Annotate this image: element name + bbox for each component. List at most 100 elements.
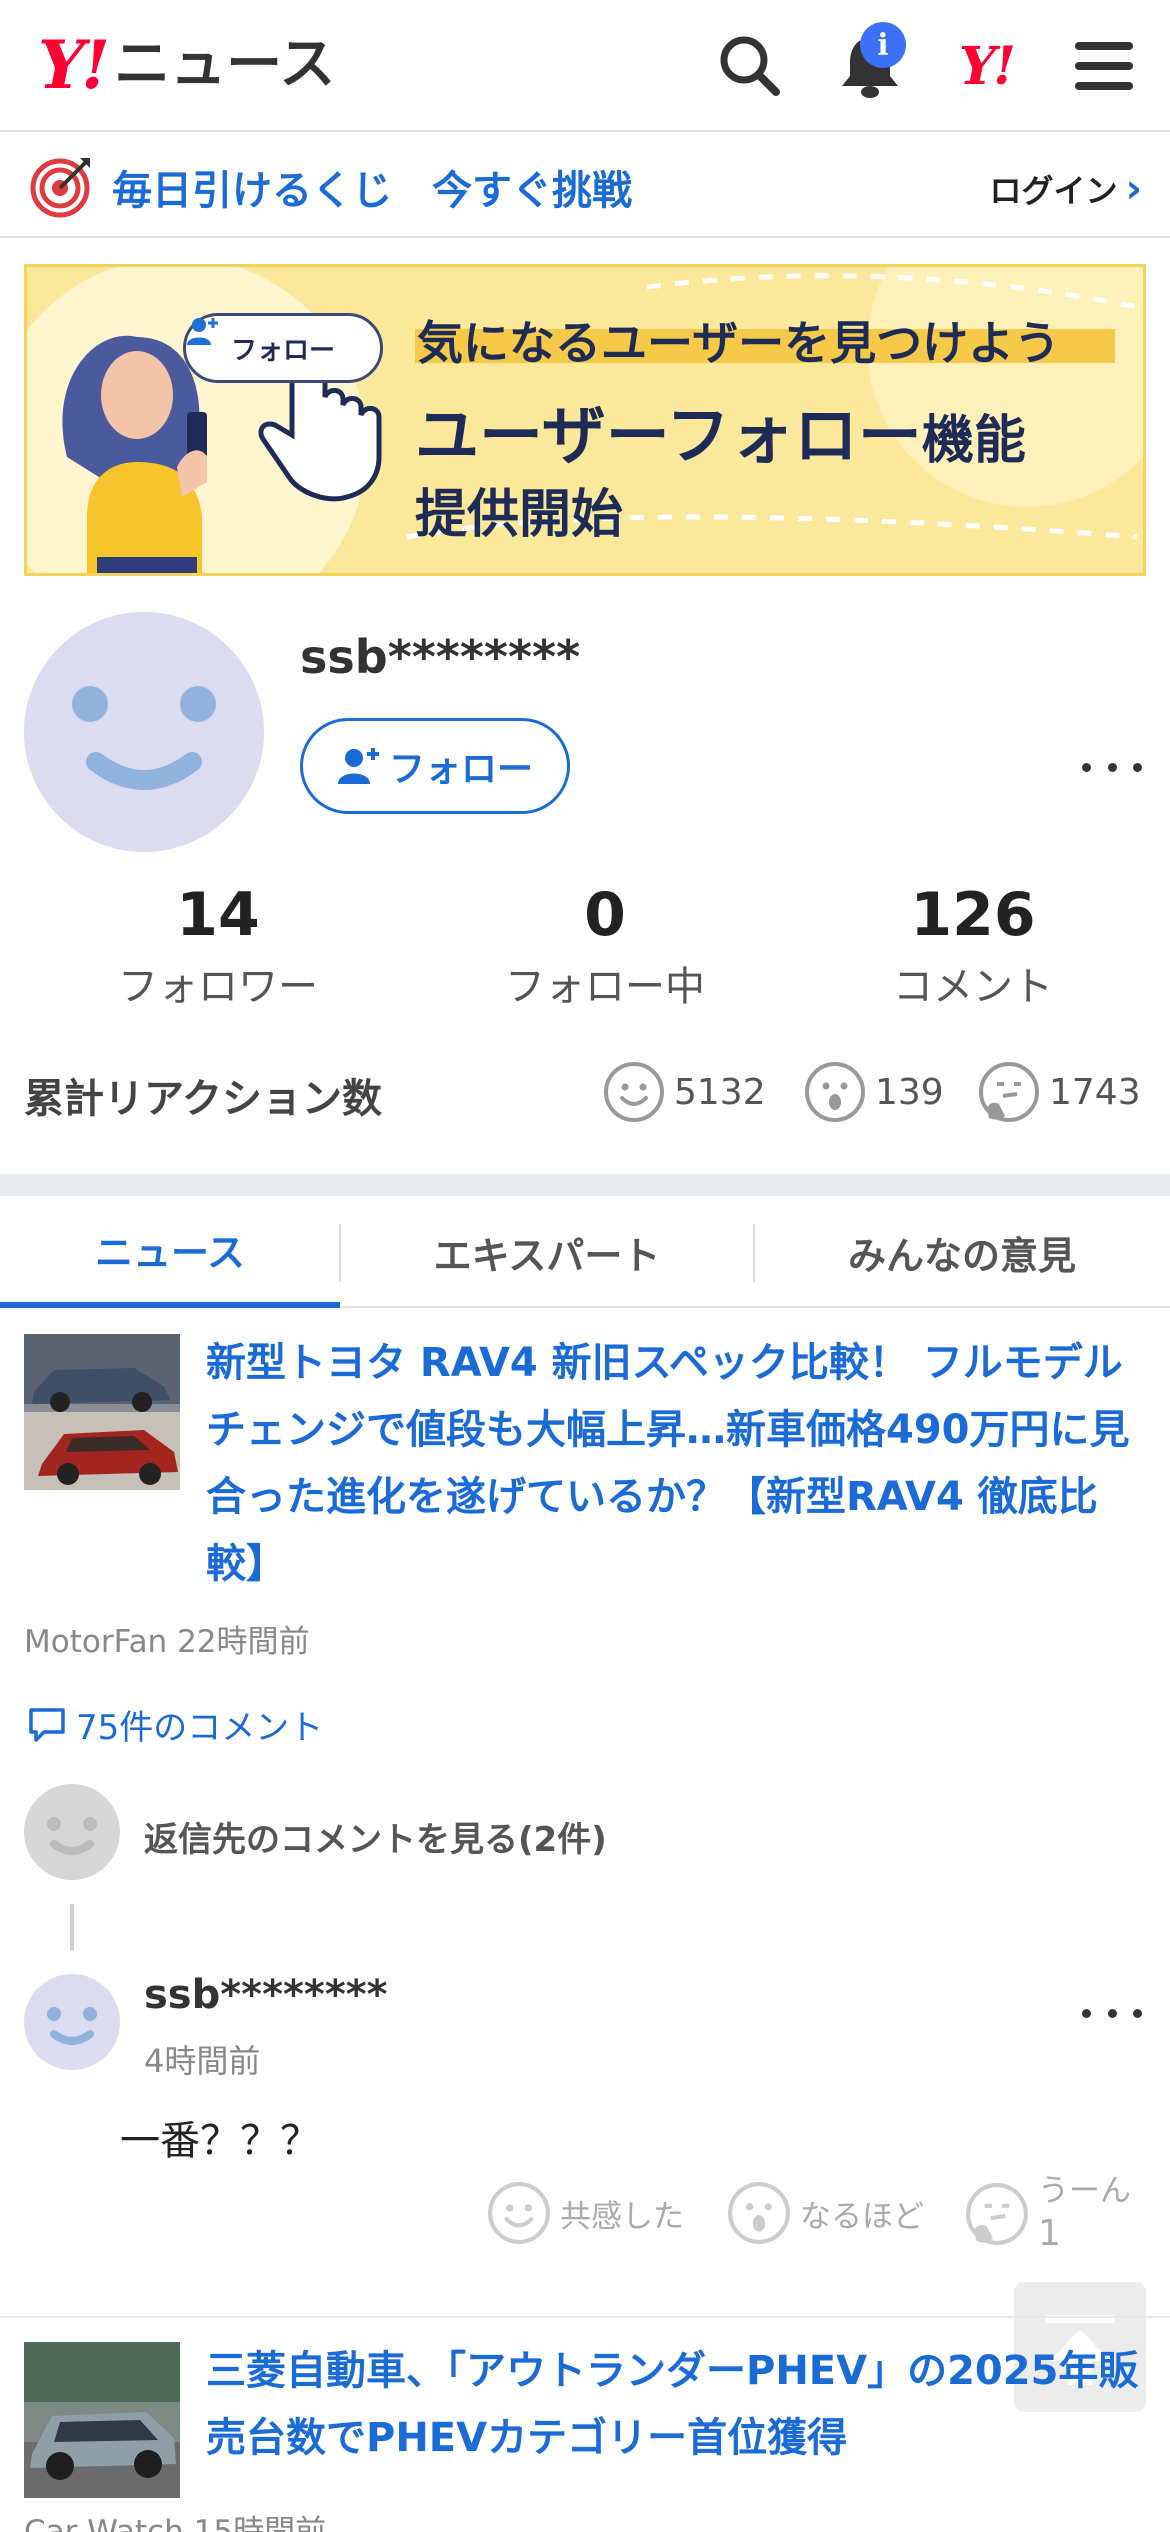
banner-line3: 提供開始 — [415, 485, 624, 545]
article-time: 22時間前 — [177, 1624, 310, 1660]
comments-label: コメント — [893, 964, 1053, 1010]
followers-count: 14 — [176, 880, 260, 950]
reaction-thinking: 1743 — [977, 1060, 1141, 1124]
more-dot-icon — [1133, 2008, 1142, 2018]
comments-count: 126 — [910, 880, 1036, 950]
insightful-reaction-button[interactable]: なるほど — [726, 2180, 924, 2246]
login-label: ログイン — [989, 172, 1118, 210]
banner-pill-label: フォロー — [230, 335, 335, 366]
article-source: Car Watch — [24, 2514, 184, 2532]
lottery-link[interactable]: 毎日引けるくじ 今すぐ挑戦 — [112, 158, 632, 216]
hmm-reaction-text: うーん 1 — [1038, 2172, 1131, 2256]
reactions-title: 累計リアクション数 — [24, 1076, 382, 1122]
logo-text: ニュース — [114, 32, 336, 97]
yahoo-news-logo[interactable]: Y! ニュース — [38, 30, 335, 100]
article-thumbnail[interactable] — [24, 1334, 180, 1490]
smiley-avatar-icon — [47, 2007, 97, 2045]
following-count: 0 — [584, 880, 626, 950]
tab-news[interactable]: ニュース — [0, 1196, 340, 1308]
yahoo-home-button[interactable]: Y! — [948, 28, 1024, 104]
follow-button-label: フォロー — [388, 749, 533, 790]
target-icon — [30, 158, 90, 218]
following-label: フォロー中 — [505, 964, 705, 1010]
yahoo-icon: Y! — [959, 35, 1016, 97]
hmm-reaction-count: 1 — [1038, 2212, 1061, 2254]
smiley-avatar-icon — [72, 686, 216, 790]
banner-follow-pill: フォロー — [183, 313, 383, 383]
add-user-icon — [187, 318, 218, 345]
more-dot-icon — [1082, 2008, 1091, 2018]
lottery-cta: 今すぐ挑戦 — [432, 168, 632, 214]
article-meta: MotorFan 22時間前 — [24, 1616, 310, 1661]
followers-label: フォロワー — [118, 964, 318, 1010]
car-photo — [24, 2342, 180, 2498]
hamburger-menu-icon — [1075, 42, 1133, 90]
article-source: MotorFan — [24, 1624, 168, 1660]
tab-opinions[interactable]: みんなの意見 — [754, 1196, 1170, 1308]
follow-button[interactable]: フォロー — [300, 718, 570, 814]
reply-parent-avatar — [24, 1784, 120, 1880]
comment-body: 一番？？？ — [120, 2118, 320, 2164]
user-follow-banner[interactable]: フォロー 気になるユーザーを見つけよう ユーザーフォロー機能 提供開始 — [24, 264, 1146, 576]
profile-tabs: ニュース エキスパート みんなの意見 — [0, 1196, 1170, 1308]
more-dot-icon — [1107, 762, 1117, 772]
comment-more-button[interactable] — [1082, 1998, 1142, 2028]
reaction-smile-count: 5132 — [674, 1071, 766, 1113]
surprised-icon — [805, 1062, 865, 1122]
car-photo — [24, 1334, 180, 1490]
search-icon — [720, 36, 780, 96]
profile-username: ssb******** — [300, 630, 581, 684]
hmm-reaction-label: うーん — [1038, 2173, 1131, 2209]
search-button[interactable] — [712, 28, 788, 104]
thinking-icon — [966, 2182, 1028, 2245]
insightful-reaction-label: なるほど — [800, 2198, 924, 2235]
comment-username: ssb******** — [144, 1972, 388, 2018]
add-user-icon — [337, 748, 379, 784]
thinking-icon — [979, 1062, 1039, 1122]
article-title-link[interactable]: 三菱自動車、「アウトランダーPHEV」の2025年販売台数でPHEVカテゴリー首… — [206, 2338, 1152, 2472]
smile-icon — [604, 1062, 664, 1122]
smile-icon — [488, 2182, 550, 2244]
followers-stat[interactable]: 14 フォロワー — [68, 882, 368, 1012]
comment-avatar — [24, 1974, 120, 2070]
tab-expert[interactable]: エキスパート — [340, 1196, 754, 1308]
following-stat[interactable]: 0 フォロー中 — [455, 882, 755, 1012]
banner-line1: 気になるユーザーを見つけよう — [417, 316, 1061, 370]
more-dot-icon — [1133, 762, 1142, 772]
agree-reaction-button[interactable]: 共感した — [486, 2180, 684, 2246]
yahoo-logo-mark: Y! — [38, 26, 110, 104]
comments-link-label: 75件のコメント — [76, 1708, 324, 1748]
agree-reaction-label: 共感した — [560, 2198, 684, 2235]
article-meta: Car Watch 15時間前 — [24, 2506, 326, 2532]
notification-button[interactable]: i — [832, 22, 908, 104]
more-dot-icon — [1082, 762, 1091, 772]
app-header: Y! ニュース i Y! — [0, 0, 1170, 132]
login-link[interactable]: ログイン › — [990, 166, 1143, 212]
surprised-icon — [728, 2182, 790, 2244]
article-thumbnail[interactable] — [24, 2342, 180, 2498]
article-time: 15時間前 — [193, 2514, 327, 2532]
banner-line2: ユーザーフォロー機能 — [415, 385, 1026, 477]
view-reply-parent-link[interactable]: 返信先のコメントを見る(2件) — [144, 1812, 607, 1861]
section-divider — [0, 1174, 1170, 1196]
reaction-smile: 5132 — [602, 1060, 766, 1124]
menu-button[interactable] — [1066, 28, 1142, 104]
comment-bubble-icon — [29, 1707, 65, 1742]
notification-badge: i — [860, 22, 906, 68]
profile-more-button[interactable] — [1082, 752, 1142, 782]
hmm-reaction-button[interactable]: うーん 1 — [964, 2172, 1131, 2256]
reaction-thinking-count: 1743 — [1049, 1071, 1141, 1113]
banner-line2-main: ユーザーフォロー — [415, 400, 922, 474]
reaction-surprised-count: 139 — [875, 1071, 944, 1113]
thread-line — [70, 1904, 74, 1950]
comments-stat[interactable]: 126 コメント — [823, 882, 1123, 1012]
smiley-avatar-icon — [47, 1817, 97, 1855]
lottery-label: 毎日引けるくじ — [112, 168, 392, 214]
banner-line2-small: 機能 — [921, 411, 1026, 471]
article-separator — [0, 2316, 1170, 2318]
more-dot-icon — [1107, 2008, 1117, 2018]
comments-count-link[interactable]: 75件のコメント — [28, 1700, 323, 1749]
profile-avatar — [24, 612, 264, 852]
article-title-link[interactable]: 新型トヨタ RAV4 新旧スペック比較！ フルモデルチェンジで値段も大幅上昇…新… — [206, 1330, 1152, 1598]
chevron-right-icon: › — [1125, 166, 1142, 212]
